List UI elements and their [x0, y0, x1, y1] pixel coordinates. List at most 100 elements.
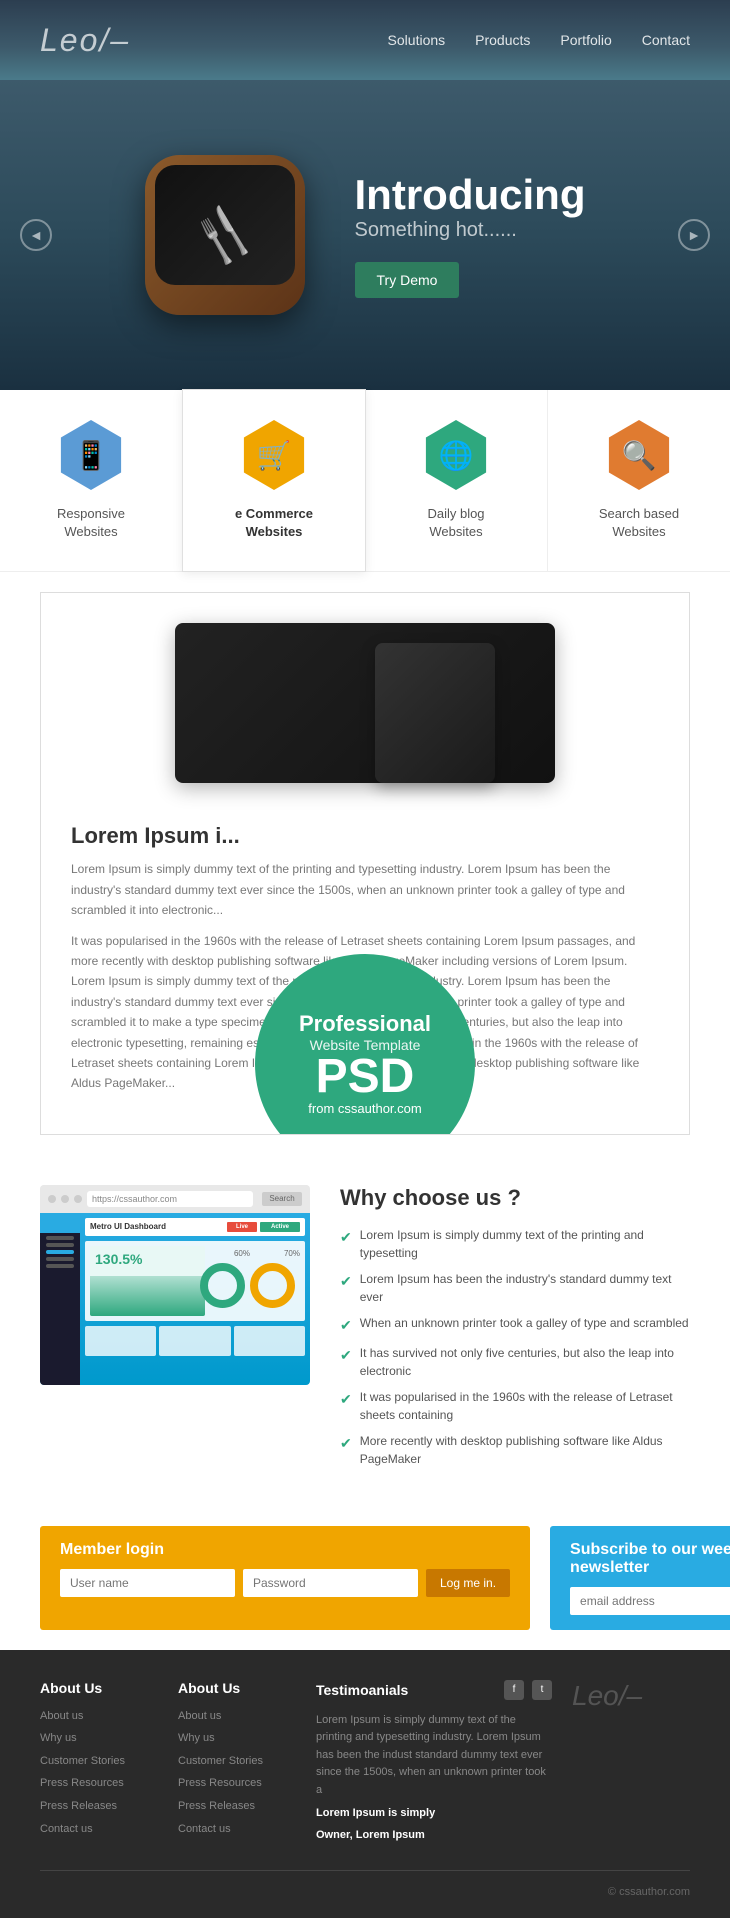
feature-blog[interactable]: 🌐 Daily blog Websites: [365, 390, 548, 571]
check-icon-1: ✔: [340, 1227, 352, 1248]
why-text: Why choose us ? ✔Lorem Ipsum is simply d…: [340, 1185, 690, 1476]
features-section: 📱 Responsive Websites 🛒 e Commerce Websi…: [0, 390, 730, 572]
blog-label: Daily blog Websites: [380, 505, 532, 541]
footer-testimonial-text: Lorem Ipsum is simply dummy text of the …: [316, 1712, 552, 1800]
footer-bottom: © cssauthor.com: [40, 1870, 690, 1898]
hero-heading: Introducing: [355, 172, 586, 218]
try-demo-button[interactable]: Try Demo: [355, 262, 460, 298]
cta-section: Member login Log me in. Subscribe to our…: [0, 1506, 730, 1650]
login-form: Log me in.: [60, 1569, 510, 1597]
footer-copyright: © cssauthor.com: [608, 1886, 690, 1898]
why-screenshot: https://cssauthor.com Search Metro UI Da…: [40, 1185, 310, 1385]
tablet-device: [375, 643, 495, 783]
donut-chart-2: [250, 1263, 295, 1308]
footer-col1-heading: About Us: [40, 1680, 158, 1696]
screenshot-sidebar: [40, 1213, 80, 1385]
nav-portfolio[interactable]: Portfolio: [560, 32, 611, 48]
footer-link-contact2[interactable]: Contact us: [178, 1821, 296, 1839]
newsletter-heading: Subscribe to our weekly newsletter: [570, 1541, 730, 1577]
footer-col-4: Leo/–: [572, 1680, 690, 1850]
chevron-left-icon: ◄: [29, 227, 43, 243]
password-input[interactable]: [243, 1569, 418, 1597]
feature-responsive[interactable]: 📱 Responsive Websites: [0, 390, 183, 571]
laptop-device: [175, 623, 555, 783]
login-button[interactable]: Log me in.: [426, 1569, 510, 1597]
footer-link-about1[interactable]: About us: [40, 1708, 158, 1726]
psd-label: PSD: [316, 1053, 415, 1101]
check-icon-5: ✔: [340, 1389, 352, 1410]
why-item-6: ✔More recently with desktop publishing s…: [340, 1432, 690, 1468]
search-btn[interactable]: Search: [262, 1192, 302, 1206]
footer-link-press-rel2[interactable]: Press Releases: [178, 1798, 296, 1816]
bar-chart: 130.5%: [90, 1246, 205, 1316]
hero-subheading: Something hot......: [355, 219, 586, 242]
main-nav: Solutions Products Portfolio Contact: [388, 32, 690, 48]
why-item-5: ✔It was popularised in the 1960s with th…: [340, 1388, 690, 1424]
chevron-right-icon: ►: [687, 227, 701, 243]
footer-link-why1[interactable]: Why us: [40, 1730, 158, 1748]
nav-solutions[interactable]: Solutions: [388, 32, 446, 48]
footer-top: About Us About us Why us Customer Storie…: [40, 1680, 690, 1850]
showcase-section: Professional Website Template PSD from c…: [40, 592, 690, 1134]
hero-app-icon: 🍴: [145, 155, 305, 315]
hero-prev-button[interactable]: ◄: [20, 219, 52, 251]
footer-link-why2[interactable]: Why us: [178, 1730, 296, 1748]
lorem-para1: Lorem Ipsum is simply dummy text of the …: [71, 859, 659, 920]
psd-from: from cssauthor.com: [308, 1101, 421, 1116]
ecommerce-icon: 🛒: [239, 420, 309, 490]
footer-col3-heading: Testimoanials: [316, 1682, 408, 1698]
browser-url: https://cssauthor.com: [87, 1191, 253, 1207]
check-icon-2: ✔: [340, 1271, 352, 1292]
logo: Leo/–: [40, 22, 130, 59]
why-section: https://cssauthor.com Search Metro UI Da…: [0, 1155, 730, 1506]
why-item-2: ✔Lorem Ipsum has been the industry's sta…: [340, 1270, 690, 1306]
why-item-3: ✔When an unknown printer took a galley o…: [340, 1314, 690, 1336]
browser-bar: https://cssauthor.com Search: [40, 1185, 310, 1213]
footer-link-contact1[interactable]: Contact us: [40, 1821, 158, 1839]
responsive-icon: 📱: [56, 420, 126, 490]
screenshot-chart: 130.5% 70% 60%: [85, 1241, 305, 1321]
nav-contact[interactable]: Contact: [642, 32, 690, 48]
browser-dot-2: [61, 1195, 69, 1203]
feature-search[interactable]: 🔍 Search based Websites: [548, 390, 730, 571]
email-input[interactable]: [570, 1587, 730, 1615]
hero-text: Introducing Something hot...... Try Demo: [355, 172, 586, 297]
screenshot-header: Metro UI Dashboard Live Active: [85, 1218, 305, 1236]
psd-title1: Professional: [299, 1011, 431, 1037]
footer-link-press-res1[interactable]: Press Resources: [40, 1775, 158, 1793]
blog-icon: 🌐: [421, 420, 491, 490]
browser-dot-1: [48, 1195, 56, 1203]
twitter-icon[interactable]: t: [532, 1680, 552, 1700]
footer-link-customers1[interactable]: Customer Stories: [40, 1753, 158, 1771]
screenshot-bottom-row: [85, 1326, 305, 1356]
footer-link-about2[interactable]: About us: [178, 1708, 296, 1726]
why-item-4: ✔It has survived not only five centuries…: [340, 1344, 690, 1380]
member-login-heading: Member login: [60, 1541, 510, 1559]
username-input[interactable]: [60, 1569, 235, 1597]
check-icon-4: ✔: [340, 1345, 352, 1366]
screenshot-content: Metro UI Dashboard Live Active 130.5% 70: [40, 1213, 310, 1385]
footer-link-customers2[interactable]: Customer Stories: [178, 1753, 296, 1771]
footer-logo: Leo/–: [572, 1680, 690, 1712]
footer: About Us About us Why us Customer Storie…: [0, 1650, 730, 1918]
hero-section: ◄ 🍴 Introducing Something hot...... Try …: [0, 80, 730, 390]
footer-testimonial-bold1: Lorem Ipsum is simply: [316, 1805, 552, 1823]
fork-icon: 🍴: [183, 194, 266, 276]
footer-col-2: About Us About us Why us Customer Storie…: [178, 1680, 296, 1850]
member-login-box: Member login Log me in.: [40, 1526, 530, 1630]
feature-ecommerce[interactable]: 🛒 e Commerce Websites: [182, 389, 366, 572]
facebook-icon[interactable]: f: [504, 1680, 524, 1700]
ecommerce-label: e Commerce Websites: [198, 505, 350, 541]
footer-link-press-res2[interactable]: Press Resources: [178, 1775, 296, 1793]
lorem-heading: Lorem Ipsum i...: [71, 823, 659, 849]
footer-col-1: About Us About us Why us Customer Storie…: [40, 1680, 158, 1850]
showcase-devices: [71, 623, 659, 803]
search-label: Search based Websites: [563, 505, 715, 541]
hero-next-button[interactable]: ►: [678, 219, 710, 251]
footer-link-press-rel1[interactable]: Press Releases: [40, 1798, 158, 1816]
header: Leo/– Solutions Products Portfolio Conta…: [0, 0, 730, 80]
browser-dot-3: [74, 1195, 82, 1203]
nav-products[interactable]: Products: [475, 32, 530, 48]
newsletter-form: Subscribe: [570, 1587, 730, 1615]
donut-chart-1: [200, 1263, 245, 1308]
